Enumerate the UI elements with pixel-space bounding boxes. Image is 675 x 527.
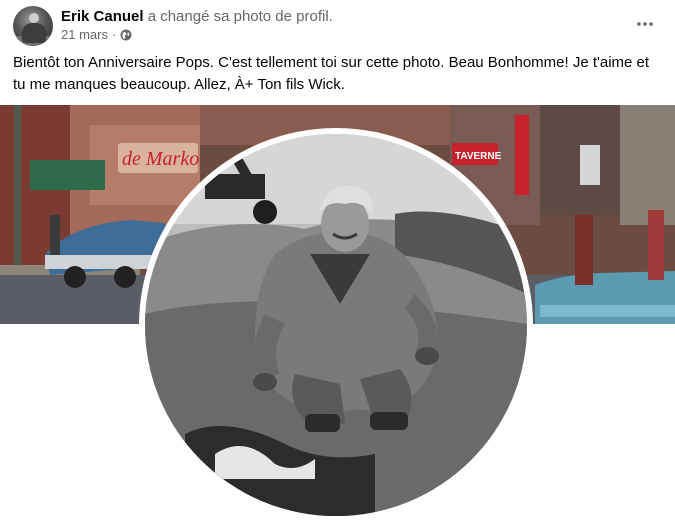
cover-sign-left: de Marko (122, 148, 199, 170)
profile-photo[interactable] (145, 134, 527, 516)
post-title-line: Erik Canuel a changé sa photo de profil. (61, 8, 333, 25)
post-header: Erik Canuel a changé sa photo de profil.… (13, 4, 663, 48)
meta-separator: · (111, 27, 117, 42)
author-name[interactable]: Erik Canuel (61, 8, 144, 25)
post-message: Bientôt ton Anniversaire Pops. C'est tel… (13, 54, 650, 93)
post-photo[interactable]: de Marko TAVERNE (0, 105, 675, 527)
globe-icon[interactable] (120, 29, 132, 41)
post-date[interactable]: 21 mars (61, 27, 108, 42)
more-options-icon[interactable] (633, 12, 657, 36)
author-avatar[interactable] (13, 6, 53, 46)
cover-sign-right: TAVERNE (455, 151, 502, 162)
post-action-text: a changé sa photo de profil. (147, 8, 333, 25)
post-meta: 21 mars · (61, 27, 132, 42)
